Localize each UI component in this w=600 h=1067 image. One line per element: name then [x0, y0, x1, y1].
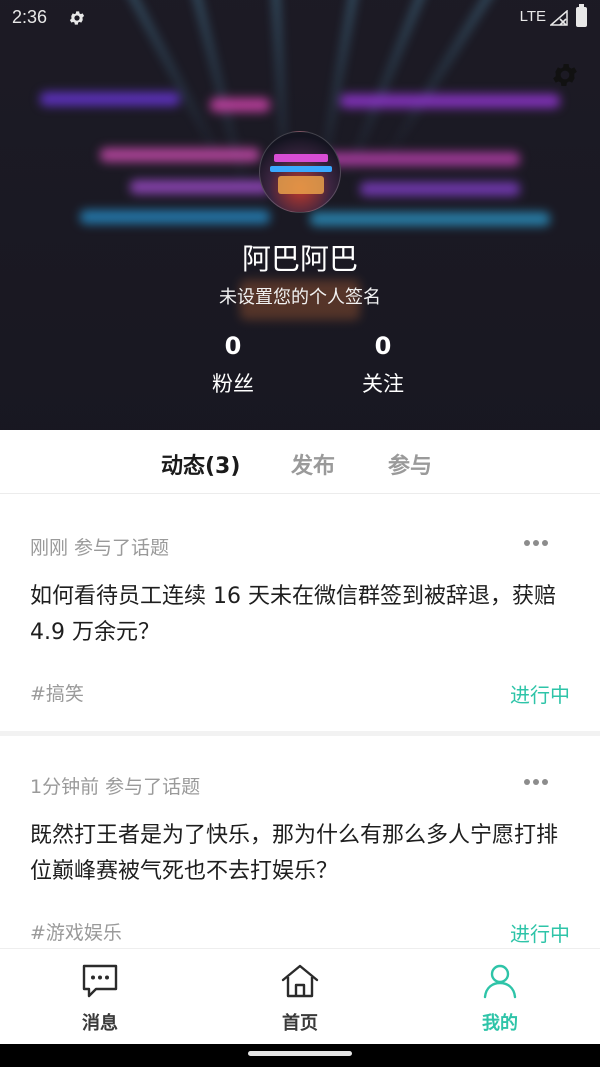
card-tag[interactable]: #游戏娱乐 [30, 918, 122, 945]
profile-screen: 2:36 LTE 阿巴阿巴 未设置您的个人签名 0 粉丝 0 关注 动态(3) … [0, 0, 600, 1067]
battery-icon [576, 4, 587, 27]
nav-label: 我的 [482, 1013, 518, 1034]
status-time: 2:36 [12, 7, 48, 27]
card-meta: 1分钟前 参与了话题 [30, 776, 201, 798]
fans-label: 粉丝 [212, 372, 254, 396]
card-title[interactable]: 如何看待员工连续 16 天未在微信群签到被辞退，获赔 4.9 万余元？ [30, 579, 570, 651]
card-tag[interactable]: #搞笑 [30, 679, 84, 706]
status-bar: 2:36 LTE [0, 0, 600, 36]
home-gesture-handle[interactable] [248, 1051, 352, 1056]
nav-mine[interactable]: 我的 [440, 963, 560, 1035]
nav-label: 消息 [82, 1013, 118, 1034]
following-count: 0 [374, 332, 392, 360]
profile-signature[interactable]: 未设置您的个人签名 [0, 283, 600, 309]
profile-username: 阿巴阿巴 [241, 242, 358, 276]
network-type: LTE [519, 8, 546, 25]
more-options-icon[interactable] [524, 774, 550, 788]
nav-home[interactable]: 首页 [240, 963, 360, 1035]
tab-participated[interactable]: 参与 [388, 448, 432, 480]
feed-card[interactable]: 刚刚 参与了话题 如何看待员工连续 16 天未在微信群签到被辞退，获赔 4.9 … [0, 495, 600, 731]
home-icon [281, 964, 319, 998]
bottom-navigation: 消息 首页 我的 [0, 948, 600, 1044]
nav-label: 首页 [282, 1013, 318, 1034]
tab-activity[interactable]: 动态(3) [161, 448, 240, 480]
card-meta: 刚刚 参与了话题 [30, 537, 170, 559]
signal-icon [550, 10, 568, 26]
feed-card[interactable]: 1分钟前 参与了话题 既然打王者是为了快乐，那为什么有那么多人宁愿打排位巅峰赛被… [0, 736, 600, 951]
fans-count: 0 [224, 332, 242, 360]
following-label: 关注 [362, 372, 404, 396]
gear-icon [69, 11, 85, 25]
profile-header: 2:36 LTE 阿巴阿巴 未设置您的个人签名 0 粉丝 0 关注 [0, 0, 600, 430]
nav-messages[interactable]: 消息 [40, 963, 160, 1035]
user-icon [483, 964, 517, 999]
fans-stat[interactable]: 0 粉丝 [178, 332, 288, 398]
following-stat[interactable]: 0 关注 [328, 332, 438, 398]
card-title[interactable]: 既然打王者是为了快乐，那为什么有那么多人宁愿打排位巅峰赛被气死也不去打娱乐？ [30, 818, 570, 890]
tab-published[interactable]: 发布 [291, 448, 335, 480]
more-options-icon[interactable] [524, 535, 550, 549]
card-status: 进行中 [510, 922, 570, 946]
avatar[interactable] [259, 131, 341, 213]
message-icon [82, 964, 118, 998]
settings-gear-icon[interactable] [550, 60, 580, 90]
card-status: 进行中 [510, 683, 570, 707]
profile-tabs: 动态(3) 发布 参与 [0, 430, 600, 494]
